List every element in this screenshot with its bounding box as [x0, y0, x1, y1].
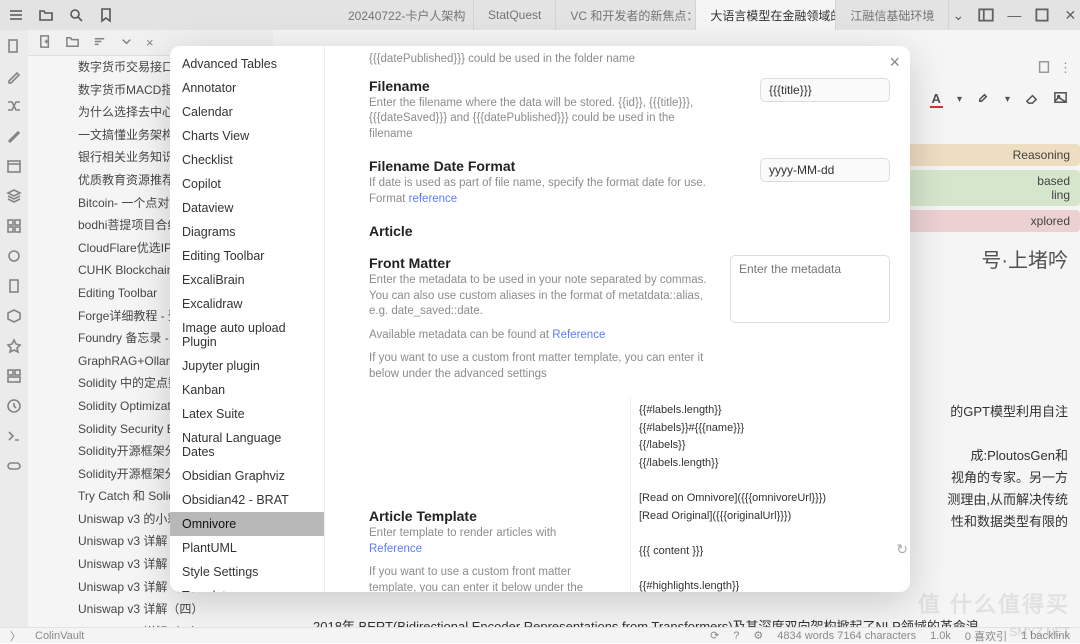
setting-desc: Enter template to render articles with R… [369, 526, 610, 557]
plugin-item[interactable]: Copilot [170, 172, 324, 196]
plugin-item[interactable]: Templater [170, 584, 324, 592]
dateformat-input[interactable] [760, 158, 890, 182]
plugin-item[interactable]: Image auto upload Plugin [170, 316, 324, 354]
plugin-item[interactable]: Annotator [170, 76, 324, 100]
chevron-icon[interactable]: 〉 [10, 628, 21, 644]
template-code[interactable]: {{#labels.length}} {{#labels}}#{{{name}}… [630, 398, 890, 592]
views: 1.0k [930, 630, 951, 642]
sync-icon[interactable]: ⟳ [710, 629, 719, 642]
plugin-item[interactable]: Style Settings [170, 560, 324, 584]
plugin-item[interactable]: Calendar [170, 100, 324, 124]
setting-title: Front Matter [369, 255, 709, 271]
plugin-item[interactable]: Advanced Tables [170, 52, 324, 76]
plugin-item[interactable]: Charts View [170, 124, 324, 148]
plugin-item[interactable]: ExcaliBrain [170, 268, 324, 292]
plugin-item[interactable]: Checklist [170, 148, 324, 172]
word-count: 4834 words 7164 characters [777, 630, 916, 642]
plugin-item[interactable]: Editing Toolbar [170, 244, 324, 268]
setting-title: Article Template [369, 508, 610, 524]
plugin-item[interactable]: Excalidraw [170, 292, 324, 316]
setting-desc: If you want to use a custom front matter… [369, 565, 610, 592]
plugin-item[interactable]: Diagrams [170, 220, 324, 244]
plugin-item[interactable]: Jupyter plugin [170, 354, 324, 378]
plugin-item[interactable]: Kanban [170, 378, 324, 402]
reference-link[interactable]: reference [409, 193, 458, 205]
help-icon[interactable]: ? [733, 630, 739, 642]
plugin-item[interactable]: Omnivore [170, 512, 324, 536]
watermark: SMYZ.NET [1009, 625, 1070, 639]
setting-title: Filename [369, 78, 709, 94]
plugin-item[interactable]: Obsidian42 - BRAT [170, 488, 324, 512]
setting-desc: Enter the metadata to be used in your no… [369, 273, 709, 320]
plugin-item[interactable]: Dataview [170, 196, 324, 220]
plugin-item[interactable]: PlantUML [170, 536, 324, 560]
setting-desc: Enter the filename where the data will b… [369, 96, 709, 143]
setting-title: Article [369, 223, 890, 239]
modal-close-icon[interactable]: × [889, 52, 900, 73]
status-bar: 〉 ColinVault ⟳ ? ⚙ 4834 words 7164 chara… [0, 627, 1080, 643]
plugin-item[interactable]: Latex Suite [170, 402, 324, 426]
likes: 0 喜欢引 [965, 628, 1007, 644]
setting-desc: If date is used as part of file name, sp… [369, 176, 709, 207]
reset-icon[interactable]: ↻ [896, 538, 908, 560]
vault-name[interactable]: ColinVault [35, 630, 84, 642]
settings-icon[interactable]: ⚙ [753, 629, 763, 642]
plugin-item[interactable]: Natural Language Dates [170, 426, 324, 464]
reference-link[interactable]: Reference [369, 543, 422, 555]
setting-desc: If you want to use a custom front matter… [369, 351, 709, 382]
frontmatter-input[interactable] [730, 255, 890, 323]
plugin-list[interactable]: Advanced TablesAnnotatorCalendarCharts V… [170, 46, 325, 592]
hint: {{{datePublished}}} could be used in the… [369, 52, 709, 68]
settings-modal: × Advanced TablesAnnotatorCalendarCharts… [170, 46, 910, 592]
reference-link[interactable]: Reference [552, 329, 605, 341]
setting-title: Filename Date Format [369, 158, 709, 174]
watermark: 值 什么值得买 [918, 587, 1070, 619]
settings-pane[interactable]: {{{datePublished}}} could be used in the… [325, 46, 910, 592]
setting-desc: Available metadata can be found at Refer… [369, 328, 709, 344]
filename-input[interactable] [760, 78, 890, 102]
plugin-item[interactable]: Obsidian Graphviz [170, 464, 324, 488]
